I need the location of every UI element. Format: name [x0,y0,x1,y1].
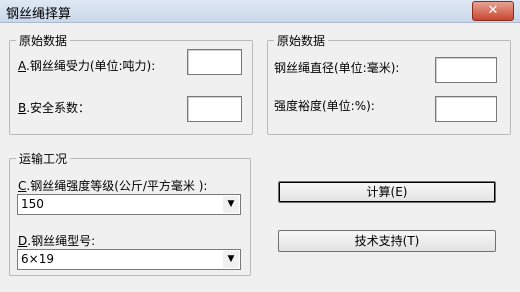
strength-grade-value: 150 [21,197,44,211]
strength-grade-select[interactable]: 150 ▼ [17,194,241,215]
safety-mnemonic: B [18,101,27,115]
title-bar: 钢丝绳择算 ✕ [0,0,520,23]
result-data-group: 原始数据 钢丝绳直径(单位:毫米): 强度裕度(单位:%): [267,32,511,135]
strength-margin-label: 强度裕度(单位:%): [274,99,375,113]
input-data-group: 原始数据 A.钢丝绳受力(单位:吨力): B.安全系数： [9,32,253,135]
force-label-text: .钢丝绳受力(单位:吨力): [26,59,156,73]
window-title: 钢丝绳择算 [6,7,72,22]
force-mnemonic: A [18,59,26,73]
group-legend: 运输工况 [16,150,71,167]
close-button[interactable]: ✕ [472,1,514,21]
grade-label: C.钢丝绳强度等级(公斤/平方毫米 ): [18,177,207,194]
type-label-text: .钢丝绳型号: [27,234,96,248]
safety-label-text: .安全系数： [26,101,91,115]
safety-factor-label: B.安全系数： [18,99,90,116]
rope-type-value: 6×19 [21,252,54,266]
chevron-down-icon[interactable]: ▼ [223,196,239,213]
type-mnemonic: D [18,234,28,248]
rope-type-label: D.钢丝绳型号: [18,232,95,249]
safety-factor-input[interactable] [187,96,242,122]
grade-label-text: .钢丝绳强度等级(公斤/平方毫米 ): [26,179,208,193]
calculate-button[interactable]: 计算(E) [278,181,496,203]
diameter-input[interactable] [435,57,497,83]
close-icon: ✕ [487,3,499,18]
force-label: A.钢丝绳受力(单位:吨力): [18,57,155,74]
transport-condition-group: 运输工况 C.钢丝绳强度等级(公斤/平方毫米 ): 150 ▼ D.钢丝绳型号:… [9,150,251,276]
force-input[interactable] [187,49,242,75]
strength-margin-input[interactable] [435,96,497,122]
rope-type-select[interactable]: 6×19 ▼ [17,249,241,270]
group-legend: 原始数据 [16,32,71,49]
chevron-down-icon[interactable]: ▼ [223,251,239,268]
group-legend: 原始数据 [274,32,329,49]
tech-support-button[interactable]: 技术支持(T) [278,230,496,252]
diameter-label: 钢丝绳直径(单位:毫米): [274,61,400,75]
